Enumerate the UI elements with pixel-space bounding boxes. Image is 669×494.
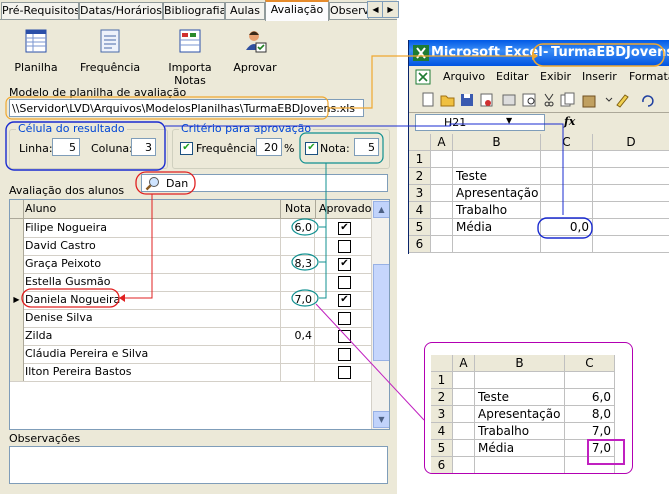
model-path-highlight bbox=[5, 96, 329, 120]
callout-pointer bbox=[315, 303, 425, 421]
nota-oval-filipe bbox=[291, 218, 319, 236]
search-highlight bbox=[135, 171, 196, 195]
model-path-arrow bbox=[328, 55, 532, 109]
excel-file-highlight bbox=[532, 43, 665, 67]
nota-oval-graca bbox=[291, 253, 319, 271]
nota-arrow-main bbox=[319, 163, 327, 299]
annotation-overlay bbox=[5, 43, 665, 465]
celula-arrow bbox=[165, 123, 564, 215]
nota-criterio-highlight bbox=[299, 132, 384, 164]
nota-oval-daniela bbox=[291, 289, 319, 307]
search-arrowhead bbox=[119, 294, 125, 302]
celula-highlight bbox=[5, 121, 166, 171]
callout-media-highlight bbox=[587, 439, 625, 465]
excel-c5-highlight bbox=[537, 217, 593, 239]
daniela-highlight bbox=[21, 288, 120, 308]
search-arrow bbox=[125, 194, 153, 299]
